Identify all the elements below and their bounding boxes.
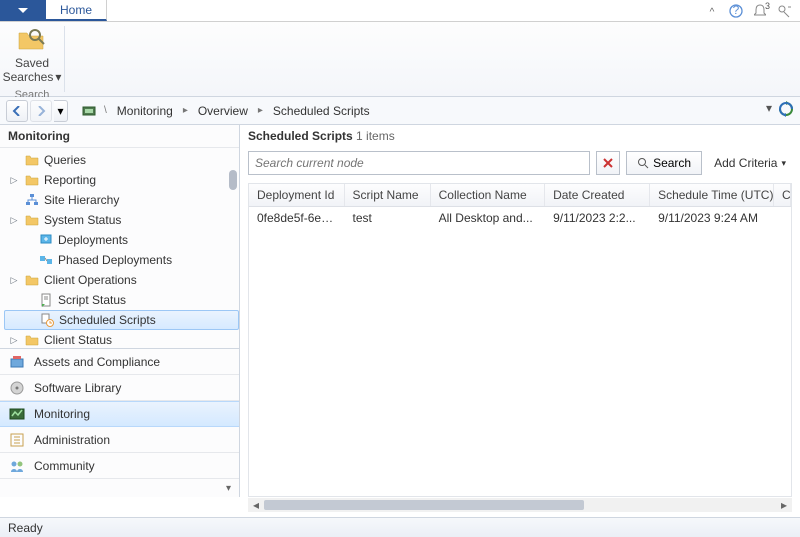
breadcrumb-dropdown[interactable]: ▾ — [762, 101, 776, 120]
back-button[interactable] — [6, 100, 28, 122]
tree-item-deployments[interactable]: Deployments — [4, 230, 239, 250]
close-icon — [602, 157, 614, 169]
tree-item-phased-deployments[interactable]: Phased Deployments — [4, 250, 239, 270]
scheduled-script-icon — [40, 313, 54, 327]
script-icon — [40, 293, 52, 307]
folder-icon — [25, 154, 39, 166]
tree-item-system-status[interactable]: ▷ System Status — [4, 210, 239, 230]
saved-searches-button[interactable]: Saved Searches▾ Search — [0, 22, 64, 96]
search-button[interactable]: Search — [626, 151, 702, 175]
add-criteria-button[interactable]: Add Criteria ▾ — [708, 151, 792, 175]
wunderbar-monitoring[interactable]: Monitoring — [0, 401, 239, 427]
chevron-right-icon: ▸ — [254, 105, 267, 116]
tree-item-site-hierarchy[interactable]: Site Hierarchy — [4, 190, 239, 210]
folder-icon — [25, 334, 39, 346]
folder-icon — [25, 274, 39, 286]
wunderbar-assets[interactable]: Assets and Compliance — [0, 349, 239, 375]
saved-searches-icon — [16, 26, 48, 54]
tree-item-reporting[interactable]: ▷ Reporting — [4, 170, 239, 190]
main-content: Scheduled Scripts 1 items Search Add Cri… — [240, 125, 800, 497]
col-collection-name[interactable]: Collection Name — [431, 184, 545, 206]
content-title-row: Scheduled Scripts 1 items — [240, 125, 800, 147]
monitoring-icon — [8, 405, 26, 423]
status-bar: Ready — [0, 517, 800, 537]
chevron-right-icon: ▸ — [179, 105, 192, 116]
chevron-down-icon — [18, 8, 28, 14]
feedback-icon[interactable] — [774, 0, 794, 22]
navigation-panel: Monitoring Queries ▷ Reporting Site Hier… — [0, 125, 240, 497]
horizontal-scrollbar[interactable]: ◂ ▸ — [248, 497, 792, 513]
breadcrumb-monitoring[interactable]: Monitoring — [113, 100, 177, 122]
wunderbar-software-library[interactable]: Software Library — [0, 375, 239, 401]
community-icon — [8, 457, 26, 475]
search-icon — [637, 157, 649, 169]
scroll-thumb[interactable] — [264, 500, 584, 510]
breadcrumb-overview[interactable]: Overview — [194, 100, 252, 122]
col-deployment-id[interactable]: Deployment Id — [249, 184, 345, 206]
refresh-icon — [778, 101, 794, 117]
wunderbar-community[interactable]: Community — [0, 453, 239, 479]
breadcrumb-bar: ▾ \ Monitoring ▸ Overview ▸ Scheduled Sc… — [0, 97, 800, 125]
content-title: Scheduled Scripts — [248, 129, 353, 143]
status-text: Ready — [8, 521, 43, 535]
breadcrumb-separator: \ — [100, 105, 111, 116]
dropdown-caret-icon: ▾ — [55, 70, 61, 84]
tree-item-client-operations[interactable]: ▷ Client Operations — [4, 270, 239, 290]
tree-item-client-status[interactable]: ▷ Client Status — [4, 330, 239, 348]
help-icon[interactable]: ? — [726, 0, 746, 22]
titlebar: Home ? 3 — [0, 0, 800, 22]
history-dropdown[interactable]: ▾ — [54, 100, 68, 122]
wunderbar-administration[interactable]: Administration — [0, 427, 239, 453]
svg-text:?: ? — [733, 4, 740, 17]
phased-icon — [39, 253, 53, 267]
col-client-operation-id[interactable]: Client Operation ID — [774, 184, 791, 206]
folder-icon — [25, 174, 39, 186]
clear-search-button[interactable] — [596, 151, 620, 175]
deployments-icon — [39, 233, 53, 247]
hierarchy-icon — [25, 193, 39, 207]
grid-header: Deployment Id Script Name Collection Nam… — [249, 184, 791, 207]
refresh-button[interactable] — [778, 101, 794, 120]
tab-home[interactable]: Home — [46, 0, 107, 21]
tree-item-queries[interactable]: Queries — [4, 150, 239, 170]
col-schedule-time[interactable]: Schedule Time (UTC) — [650, 184, 774, 206]
assets-icon — [8, 353, 26, 371]
breadcrumb-root[interactable] — [80, 104, 98, 118]
system-menu-button[interactable] — [0, 0, 46, 21]
search-input[interactable] — [248, 151, 590, 175]
breadcrumb-scheduled-scripts[interactable]: Scheduled Scripts — [269, 100, 374, 122]
results-grid: Deployment Id Script Name Collection Nam… — [248, 183, 792, 497]
tree-item-scheduled-scripts[interactable]: Scheduled Scripts — [4, 310, 239, 330]
chevron-down-icon: ▾ — [781, 158, 786, 169]
monitoring-root-icon — [82, 104, 96, 118]
nav-tree: Queries ▷ Reporting Site Hierarchy ▷ Sys… — [0, 148, 239, 348]
nav-header: Monitoring — [0, 125, 239, 148]
arrow-left-icon — [12, 106, 22, 116]
admin-icon — [8, 431, 26, 449]
scroll-left-icon[interactable]: ◂ — [248, 498, 264, 512]
content-item-count: 1 items — [356, 129, 395, 143]
ribbon-collapse-icon[interactable] — [702, 0, 722, 22]
notification-icon[interactable]: 3 — [750, 0, 770, 22]
library-icon — [8, 379, 26, 397]
col-date-created[interactable]: Date Created — [545, 184, 650, 206]
forward-button[interactable] — [30, 100, 52, 122]
scroll-right-icon[interactable]: ▸ — [776, 498, 792, 512]
grid-row[interactable]: 0fe8de5f-6ef5-... test All Desktop and..… — [249, 207, 791, 229]
tree-scrollbar[interactable] — [229, 170, 237, 190]
ribbon: Saved Searches▾ Search — [0, 22, 800, 97]
arrow-right-icon — [36, 106, 46, 116]
folder-icon — [25, 214, 39, 226]
wunderbar-configure[interactable]: ▾ — [0, 479, 239, 497]
tree-item-script-status[interactable]: Script Status — [4, 290, 239, 310]
col-script-name[interactable]: Script Name — [345, 184, 431, 206]
notification-badge: 3 — [765, 1, 770, 11]
